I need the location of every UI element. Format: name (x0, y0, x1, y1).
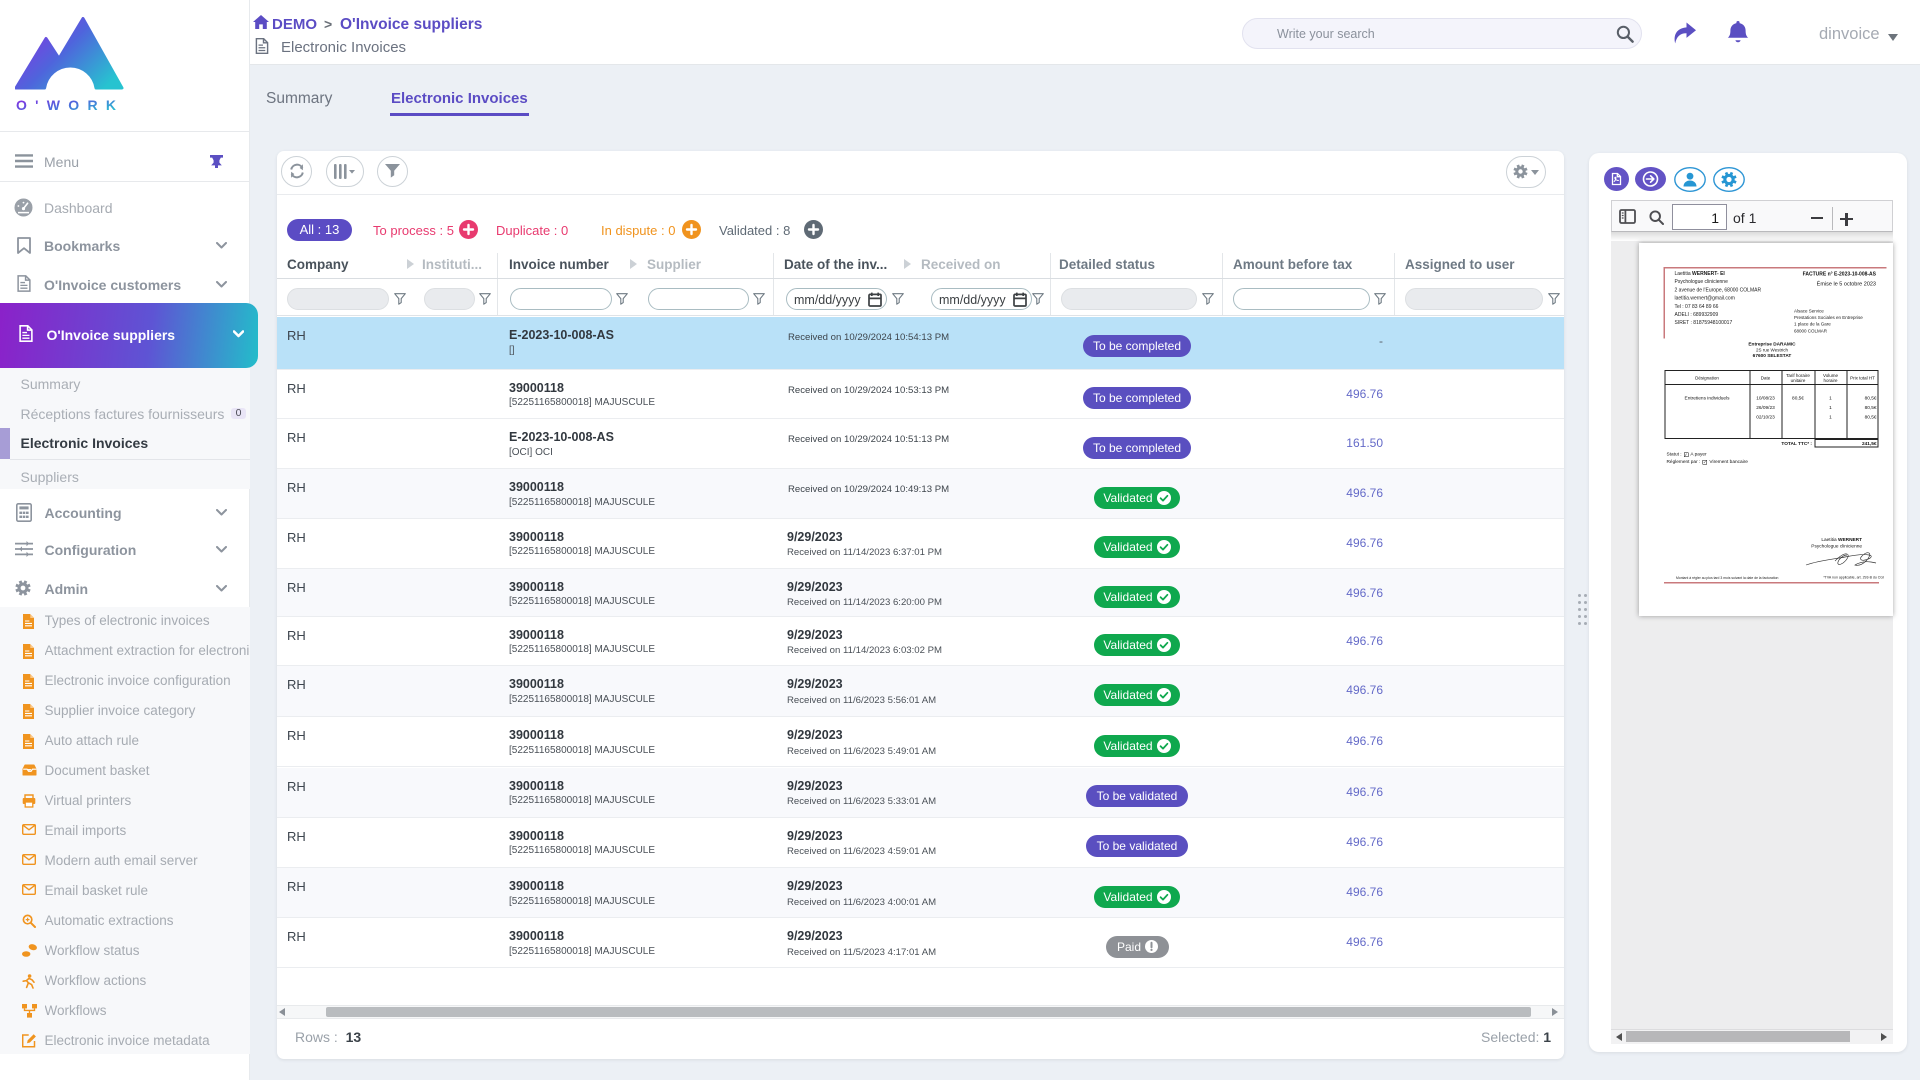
svg-text:O'WORK: O'WORK (16, 97, 123, 113)
